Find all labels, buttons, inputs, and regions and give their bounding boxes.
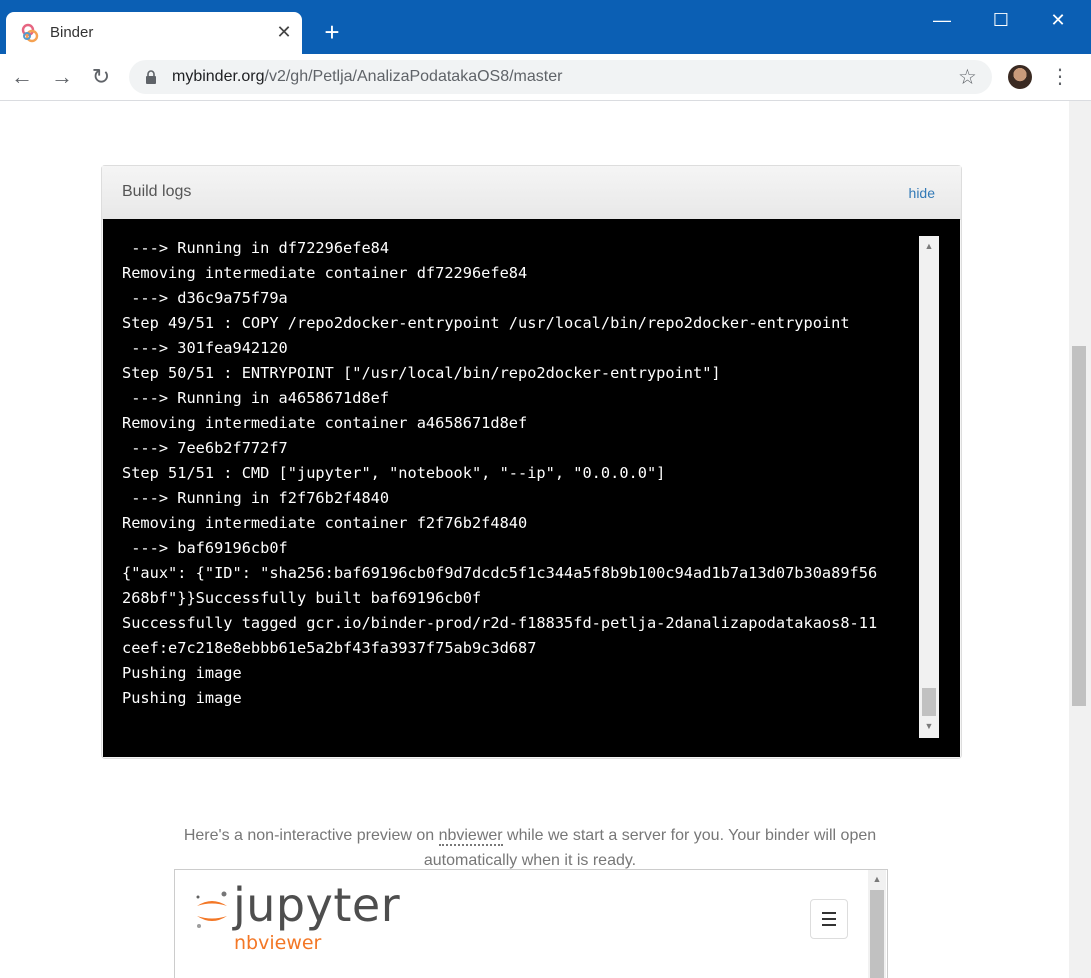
preview-text-start: Here's a non-interactive preview on bbox=[183, 827, 439, 844]
nbviewer-preview-frame[interactable]: jupyter nbviewer ▲ bbox=[174, 869, 888, 978]
preview-message: Here's a non-interactive preview on nbvi… bbox=[170, 823, 890, 873]
url-host: mybinder.org bbox=[172, 68, 265, 85]
nbviewer-brand-text: nbviewer bbox=[234, 932, 322, 954]
back-arrow-icon[interactable]: ← bbox=[8, 63, 36, 91]
scroll-up-icon[interactable]: ▲ bbox=[919, 238, 939, 254]
hamburger-bar bbox=[822, 918, 836, 920]
url-text: mybinder.org/v2/gh/Petlja/AnalizaPodatak… bbox=[172, 68, 562, 86]
log-line: {"aux": {"ID": "sha256:baf69196cb0f9d7dc… bbox=[122, 564, 878, 582]
scroll-down-icon[interactable]: ▼ bbox=[919, 718, 939, 734]
hamburger-bar bbox=[822, 912, 836, 914]
page-scrollbar[interactable] bbox=[1069, 101, 1091, 978]
hamburger-menu-icon[interactable] bbox=[810, 899, 848, 939]
log-line: ---> Running in df72296efe84 bbox=[122, 239, 390, 257]
frame-scroll-up-icon[interactable]: ▲ bbox=[868, 872, 886, 886]
terminal-scroll-thumb[interactable] bbox=[922, 688, 936, 716]
log-line: Removing intermediate container a4658671… bbox=[122, 414, 528, 432]
log-output: ---> Running in df72296efe84 Removing int… bbox=[122, 236, 922, 711]
log-line: Removing intermediate container df72296e… bbox=[122, 264, 528, 282]
log-line: Pushing image bbox=[122, 689, 242, 707]
browser-toolbar: ← → ↻ mybinder.org/v2/gh/Petlja/AnalizaP… bbox=[0, 54, 1091, 101]
hamburger-bar bbox=[822, 924, 836, 926]
log-line: Step 50/51 : ENTRYPOINT ["/usr/local/bin… bbox=[122, 364, 721, 382]
log-line: ---> Running in f2f76b2f4840 bbox=[122, 489, 390, 507]
page-viewport: Build logs hide ---> Running in df72296e… bbox=[0, 101, 1069, 978]
log-line: ---> 301fea942120 bbox=[122, 339, 288, 357]
build-log-terminal[interactable]: ---> Running in df72296efe84 Removing int… bbox=[103, 219, 960, 757]
minimize-button[interactable]: — bbox=[922, 6, 962, 34]
lock-icon bbox=[146, 70, 156, 84]
tab-close-icon[interactable]: ✕ bbox=[274, 22, 294, 42]
page-scroll-thumb[interactable] bbox=[1072, 346, 1086, 706]
log-line: Step 49/51 : COPY /repo2docker-entrypoin… bbox=[122, 314, 850, 332]
browser-menu-icon[interactable]: ⋮ bbox=[1050, 63, 1070, 91]
build-logs-title: Build logs bbox=[122, 183, 192, 200]
log-line: Successfully tagged gcr.io/binder-prod/r… bbox=[122, 614, 878, 632]
star-icon[interactable]: ☆ bbox=[958, 65, 977, 90]
log-line: ---> d36c9a75f79a bbox=[122, 289, 288, 307]
frame-scroll-thumb[interactable] bbox=[870, 890, 884, 978]
log-line: Step 51/51 : CMD ["jupyter", "notebook",… bbox=[122, 464, 666, 482]
nbviewer-link[interactable]: nbviewer bbox=[438, 827, 503, 846]
hide-logs-link[interactable]: hide bbox=[909, 185, 935, 201]
profile-avatar[interactable] bbox=[1008, 65, 1032, 89]
log-line: ceef:e7c218e8ebbb61e5a2bf43fa3937f75ab9c… bbox=[122, 639, 537, 657]
jupyter-logo-icon bbox=[196, 891, 227, 928]
tab-title: Binder bbox=[50, 24, 94, 41]
build-logs-header: Build logs hide bbox=[102, 166, 961, 220]
url-path: /v2/gh/Petlja/AnalizaPodatakaOS8/master bbox=[264, 68, 563, 85]
build-logs-panel: Build logs hide ---> Running in df72296e… bbox=[101, 165, 962, 759]
frame-scrollbar[interactable]: ▲ bbox=[868, 870, 886, 978]
log-line: Pushing image bbox=[122, 664, 242, 682]
new-tab-button[interactable]: + bbox=[318, 18, 346, 46]
binder-logo-icon bbox=[21, 23, 39, 43]
log-line: ---> baf69196cb0f bbox=[122, 539, 288, 557]
log-line: ---> Running in a4658671d8ef bbox=[122, 389, 390, 407]
jupyter-brand-text: jupyter bbox=[233, 878, 401, 932]
address-bar[interactable]: mybinder.org/v2/gh/Petlja/AnalizaPodatak… bbox=[129, 60, 992, 94]
log-line: Removing intermediate container f2f76b2f… bbox=[122, 514, 528, 532]
window-close-button[interactable]: ✕ bbox=[1038, 6, 1078, 34]
browser-tab[interactable]: Binder ✕ bbox=[6, 12, 302, 54]
terminal-scrollbar[interactable]: ▲ ▼ bbox=[919, 236, 939, 738]
log-line: 268bf"}}Successfully built baf69196cb0f bbox=[122, 589, 482, 607]
reload-icon[interactable]: ↻ bbox=[87, 63, 115, 91]
log-line: ---> 7ee6b2f772f7 bbox=[122, 439, 288, 457]
browser-titlebar: Binder ✕ + — ☐ ✕ bbox=[0, 0, 1091, 54]
maximize-button[interactable]: ☐ bbox=[981, 6, 1021, 34]
forward-arrow-icon[interactable]: → bbox=[48, 63, 76, 91]
